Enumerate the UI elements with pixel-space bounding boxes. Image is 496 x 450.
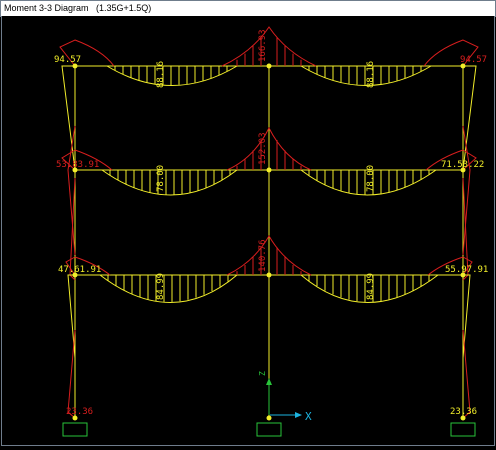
roof-center-moment: 166.93 [258, 29, 268, 62]
diagram-canvas[interactable]: X Z 94.57 166.93 94.57 88.16 88.16 53.83… [1, 16, 495, 446]
base-right-moment: 23.36 [450, 407, 477, 417]
support-center-icon[interactable] [256, 422, 282, 437]
level2-center-moment: 152.03 [258, 132, 268, 165]
level2-span-right-moment: 78.00 [366, 165, 376, 192]
moment-diagram: X Z 94.57 166.93 94.57 88.16 88.16 53.83… [54, 26, 488, 437]
z-axis-arrow-icon [266, 378, 272, 385]
level1-center-moment: 140.76 [258, 239, 268, 272]
level2-sag-left [101, 169, 238, 196]
level1-right-moment: 55.97.91 [445, 265, 488, 275]
joint[interactable] [266, 63, 272, 69]
joint[interactable] [266, 415, 272, 421]
column-right-moment-bottom [462, 329, 471, 419]
roof-hog-center [221, 26, 317, 67]
roof-right-moment: 94.57 [460, 55, 487, 65]
roof-span-left-moment: 88.16 [156, 61, 166, 88]
moment-labels: 94.57 166.93 94.57 88.16 88.16 53.83.91 … [54, 29, 488, 417]
window-titlebar: Moment 3-3 Diagram (1.35G+1.5Q) [0, 0, 496, 17]
axis-indicator: X Z [258, 371, 312, 423]
level2-left-moment: 53.83.91 [56, 160, 99, 170]
joint[interactable] [266, 167, 272, 173]
joint[interactable] [266, 272, 272, 278]
columns [74, 66, 464, 418]
roof-sag-left [106, 65, 238, 86]
level1-span-left-moment: 84.99 [156, 273, 166, 300]
base-left-moment: 23.36 [66, 407, 93, 417]
support-right-icon[interactable] [450, 422, 476, 437]
supports [62, 422, 476, 437]
z-axis-label: Z [258, 371, 267, 376]
level1-left-moment: 47.61.91 [58, 265, 101, 275]
roof-span-right-moment: 88.16 [366, 61, 376, 88]
level1-span-right-moment: 84.99 [366, 273, 376, 300]
column-left-moment-bottom [67, 329, 76, 419]
roof-left-moment: 94.57 [54, 55, 81, 65]
window-title: Moment 3-3 Diagram (1.35G+1.5Q) [4, 3, 152, 13]
level2-right-moment: 71.53.22 [441, 160, 484, 170]
support-left-icon[interactable] [62, 422, 88, 437]
level1-sag-left [99, 274, 238, 303]
level2-span-left-moment: 78.00 [156, 165, 166, 192]
x-axis-label: X [305, 410, 312, 423]
x-axis-arrow-icon [295, 412, 302, 418]
